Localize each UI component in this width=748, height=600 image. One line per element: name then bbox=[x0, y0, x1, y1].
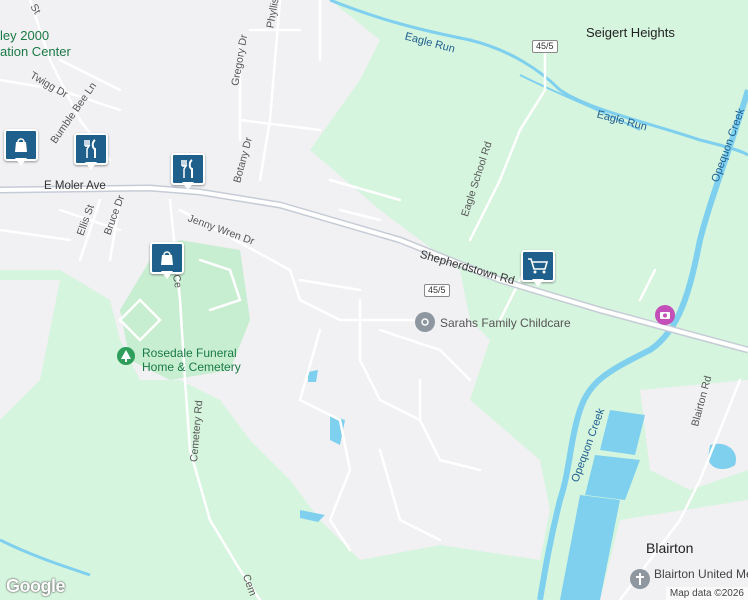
shopping-cart-icon bbox=[521, 250, 555, 282]
camera-poi-icon[interactable] bbox=[655, 305, 675, 325]
map-base-layer bbox=[0, 0, 748, 600]
google-logo: Google bbox=[6, 576, 66, 596]
funeral-poi-label-line-1[interactable]: Rosedale Funeral bbox=[142, 346, 237, 360]
childcare-poi-label[interactable]: Sarahs Family Childcare bbox=[440, 317, 571, 329]
shopping-bag-icon bbox=[4, 129, 38, 161]
shopping-marker-2[interactable] bbox=[150, 242, 184, 282]
center-label-top: ley 2000 bbox=[0, 28, 50, 43]
map-attribution[interactable]: Map data ©2026 bbox=[665, 587, 748, 600]
restaurant-icon bbox=[74, 133, 108, 165]
street-label-e-moler-ave: E Moler Ave bbox=[44, 180, 106, 192]
shopping-bag-icon bbox=[150, 242, 184, 274]
restaurant-icon bbox=[171, 153, 205, 185]
funeral-poi-label-line-2[interactable]: Home & Cemetery bbox=[142, 360, 241, 374]
shopping-marker-1[interactable] bbox=[4, 129, 38, 169]
restaurant-marker-1[interactable] bbox=[74, 133, 108, 173]
childcare-poi-icon[interactable] bbox=[415, 312, 435, 332]
tree-poi-icon[interactable] bbox=[117, 347, 135, 365]
place-label-blairton: Blairton bbox=[646, 540, 694, 556]
map-canvas[interactable]: Seigert Heights Blairton ley 2000 ation … bbox=[0, 0, 748, 600]
route-shield-2: 45/5 bbox=[424, 284, 450, 297]
church-poi-label[interactable]: Blairton United Methodist Ch bbox=[654, 568, 748, 580]
center-label-bottom: ation Center bbox=[0, 44, 71, 59]
restaurant-marker-2[interactable] bbox=[171, 153, 205, 193]
place-label-seigert-heights: Seigert Heights bbox=[586, 25, 675, 40]
route-shield-1: 45/5 bbox=[532, 40, 558, 53]
church-poi-icon[interactable] bbox=[630, 569, 650, 589]
grocery-marker[interactable] bbox=[521, 250, 555, 290]
